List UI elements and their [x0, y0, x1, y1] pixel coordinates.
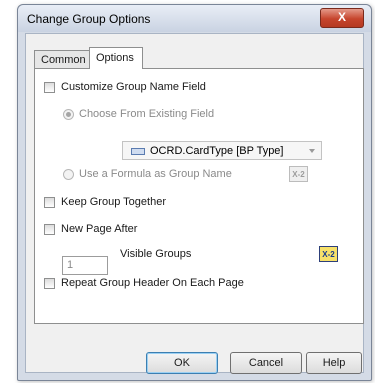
new-page-after-row[interactable]: New Page After	[44, 223, 137, 235]
close-button[interactable]: X	[320, 8, 364, 28]
repeat-header-row[interactable]: Repeat Group Header On Each Page	[44, 277, 244, 289]
new-page-formula-button[interactable]: X-2	[319, 246, 338, 262]
close-icon: X	[337, 10, 346, 24]
dialog-client-area: Common Options Customize Group Name Fiel…	[25, 33, 364, 374]
customize-group-name-checkbox[interactable]	[44, 81, 55, 93]
choose-existing-label: Choose From Existing Field	[79, 108, 215, 120]
tab-common[interactable]: Common	[34, 50, 90, 68]
use-formula-row[interactable]: Use a Formula as Group Name	[63, 168, 232, 180]
choose-existing-radio[interactable]	[63, 108, 74, 120]
new-page-after-checkbox[interactable]	[44, 223, 55, 235]
visible-groups-row: Visible Groups	[120, 248, 191, 260]
visible-groups-input[interactable]: 1	[62, 256, 108, 275]
cancel-button[interactable]: Cancel	[230, 352, 302, 374]
customize-group-name-label: Customize Group Name Field	[61, 81, 206, 93]
keep-together-checkbox[interactable]	[44, 196, 55, 208]
keep-together-label: Keep Group Together	[61, 196, 166, 208]
keep-together-row[interactable]: Keep Group Together	[44, 196, 166, 208]
dialog-title: Change Group Options	[27, 12, 151, 26]
group-name-formula-button[interactable]: X-2	[289, 166, 308, 182]
repeat-header-checkbox[interactable]	[44, 277, 55, 289]
help-button[interactable]: Help	[306, 352, 362, 374]
options-tab-panel: Customize Group Name Field Choose From E…	[34, 68, 364, 324]
title-bar[interactable]: Change Group Options X	[18, 5, 371, 32]
repeat-header-label: Repeat Group Header On Each Page	[61, 277, 244, 289]
field-icon	[131, 148, 145, 155]
tab-options[interactable]: Options	[89, 47, 143, 69]
use-formula-radio[interactable]	[63, 168, 74, 180]
use-formula-label: Use a Formula as Group Name	[79, 168, 232, 180]
customize-group-name-row[interactable]: Customize Group Name Field	[44, 81, 206, 93]
ok-button[interactable]: OK	[146, 352, 218, 374]
group-field-value: OCRD.CardType [BP Type]	[150, 145, 284, 157]
new-page-after-label: New Page After	[61, 223, 138, 235]
formula-icon: X-2	[322, 250, 335, 259]
choose-existing-row[interactable]: Choose From Existing Field	[63, 108, 214, 120]
formula-icon: X-2	[292, 170, 305, 179]
group-field-dropdown[interactable]: OCRD.CardType [BP Type]	[122, 141, 322, 160]
chevron-down-icon[interactable]	[309, 149, 315, 153]
visible-groups-label: Visible Groups	[120, 248, 192, 260]
dialog-window: Change Group Options X Common Options Cu…	[17, 4, 372, 381]
